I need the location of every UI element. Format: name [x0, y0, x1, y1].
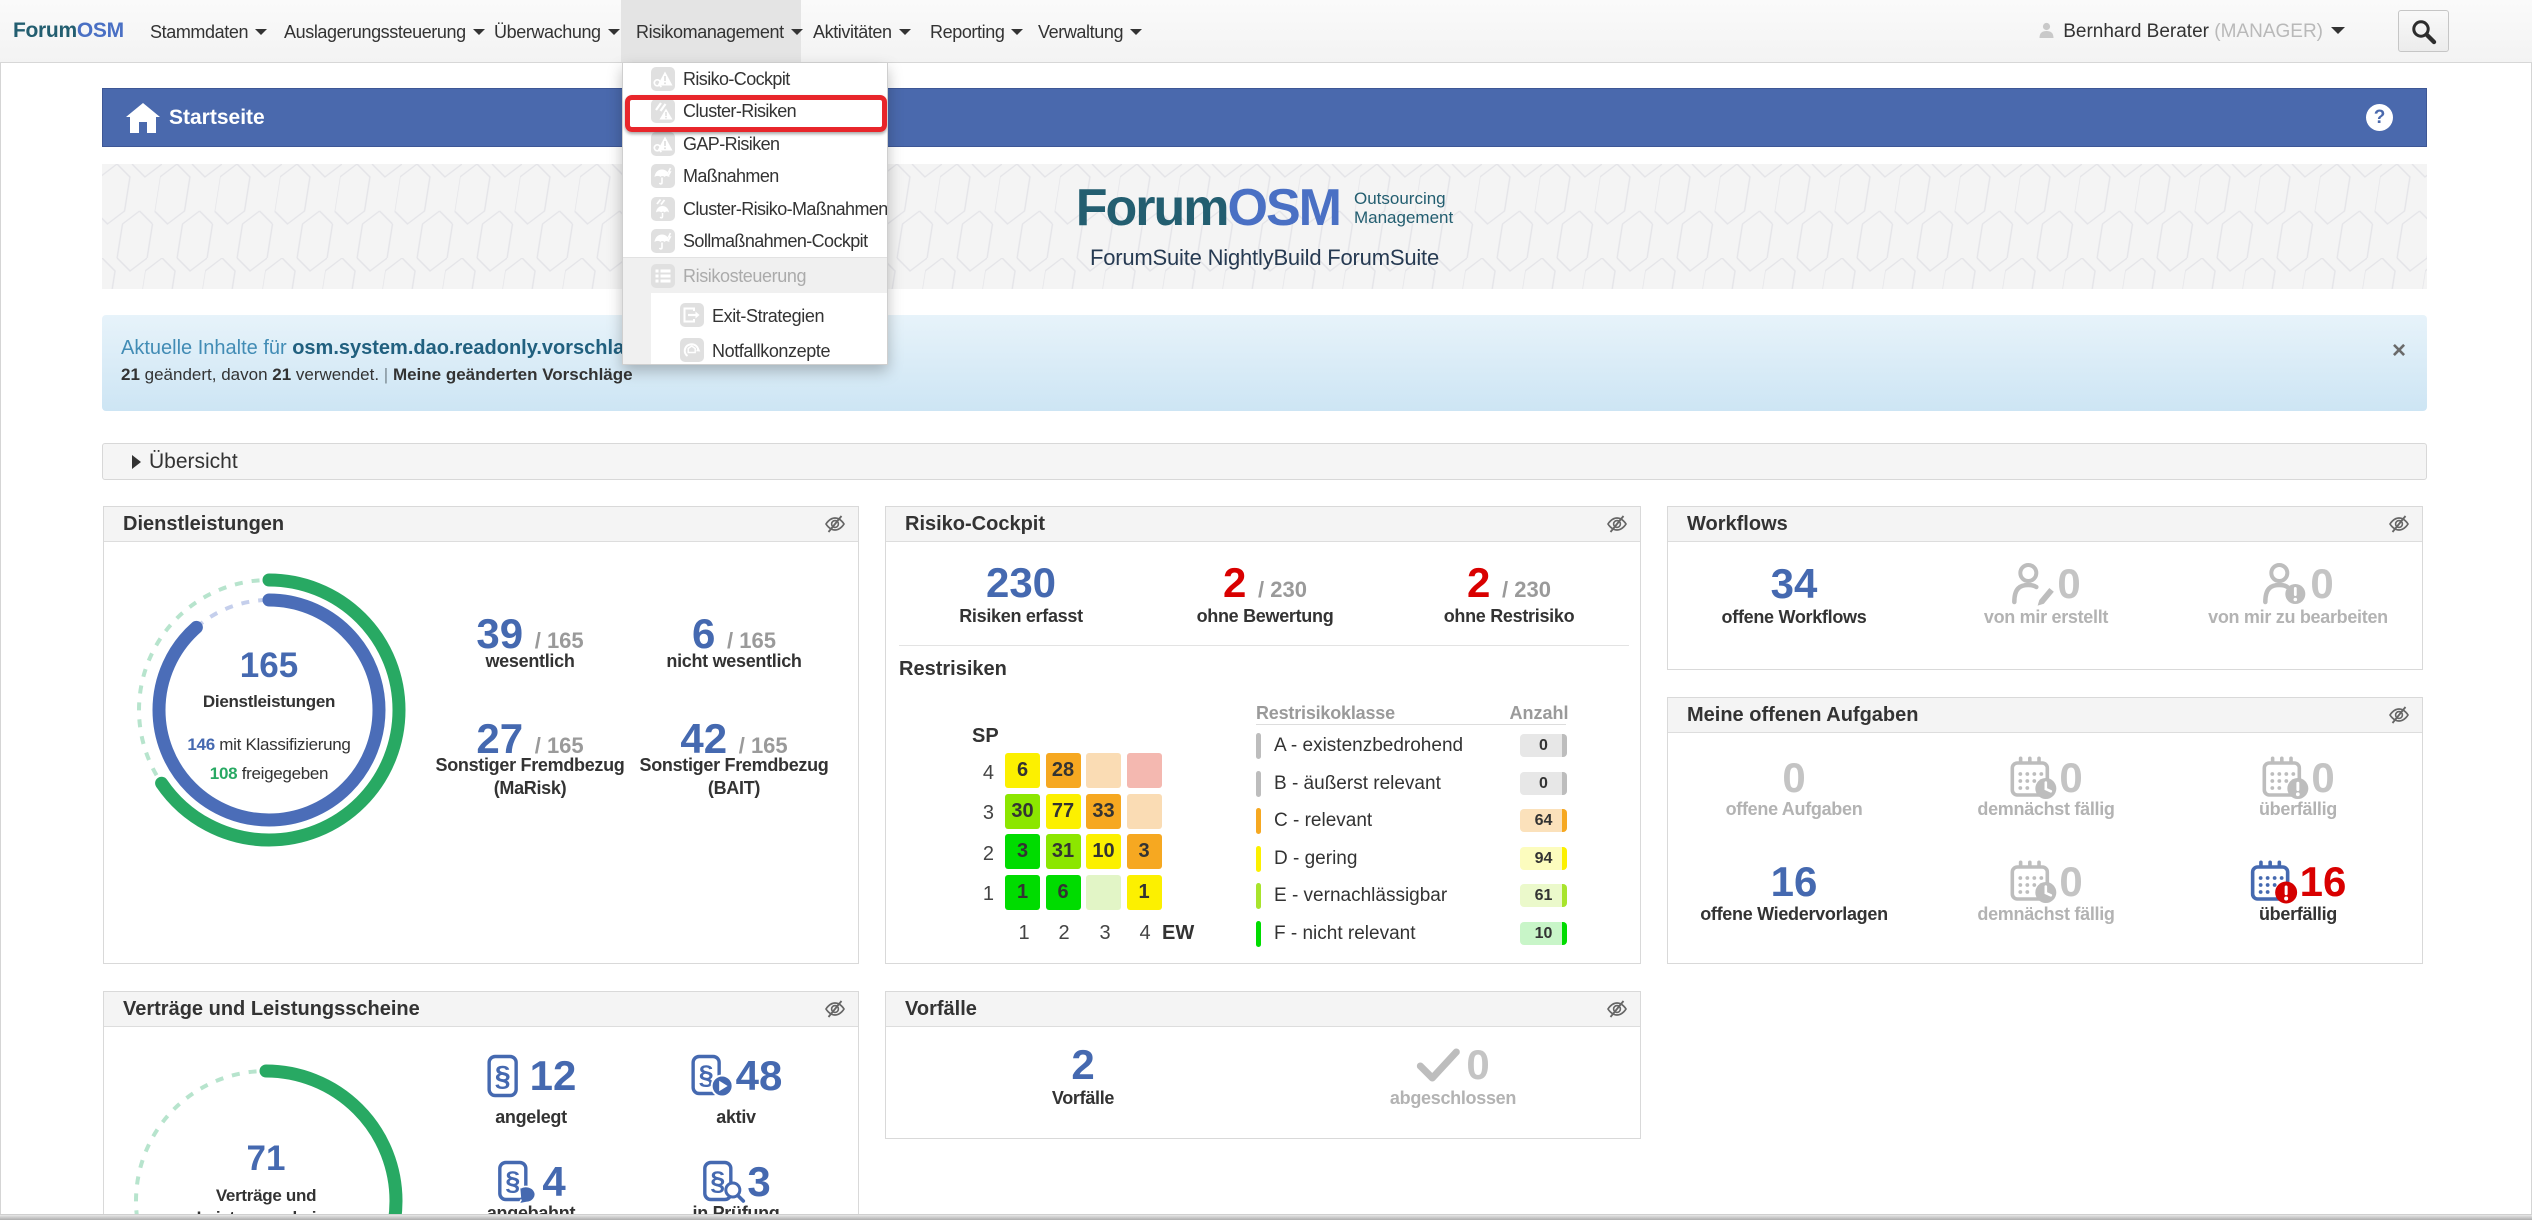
svg-text:§: § [505, 1166, 520, 1196]
svg-text:§: § [495, 1061, 511, 1093]
svg-text:§: § [710, 1166, 725, 1196]
